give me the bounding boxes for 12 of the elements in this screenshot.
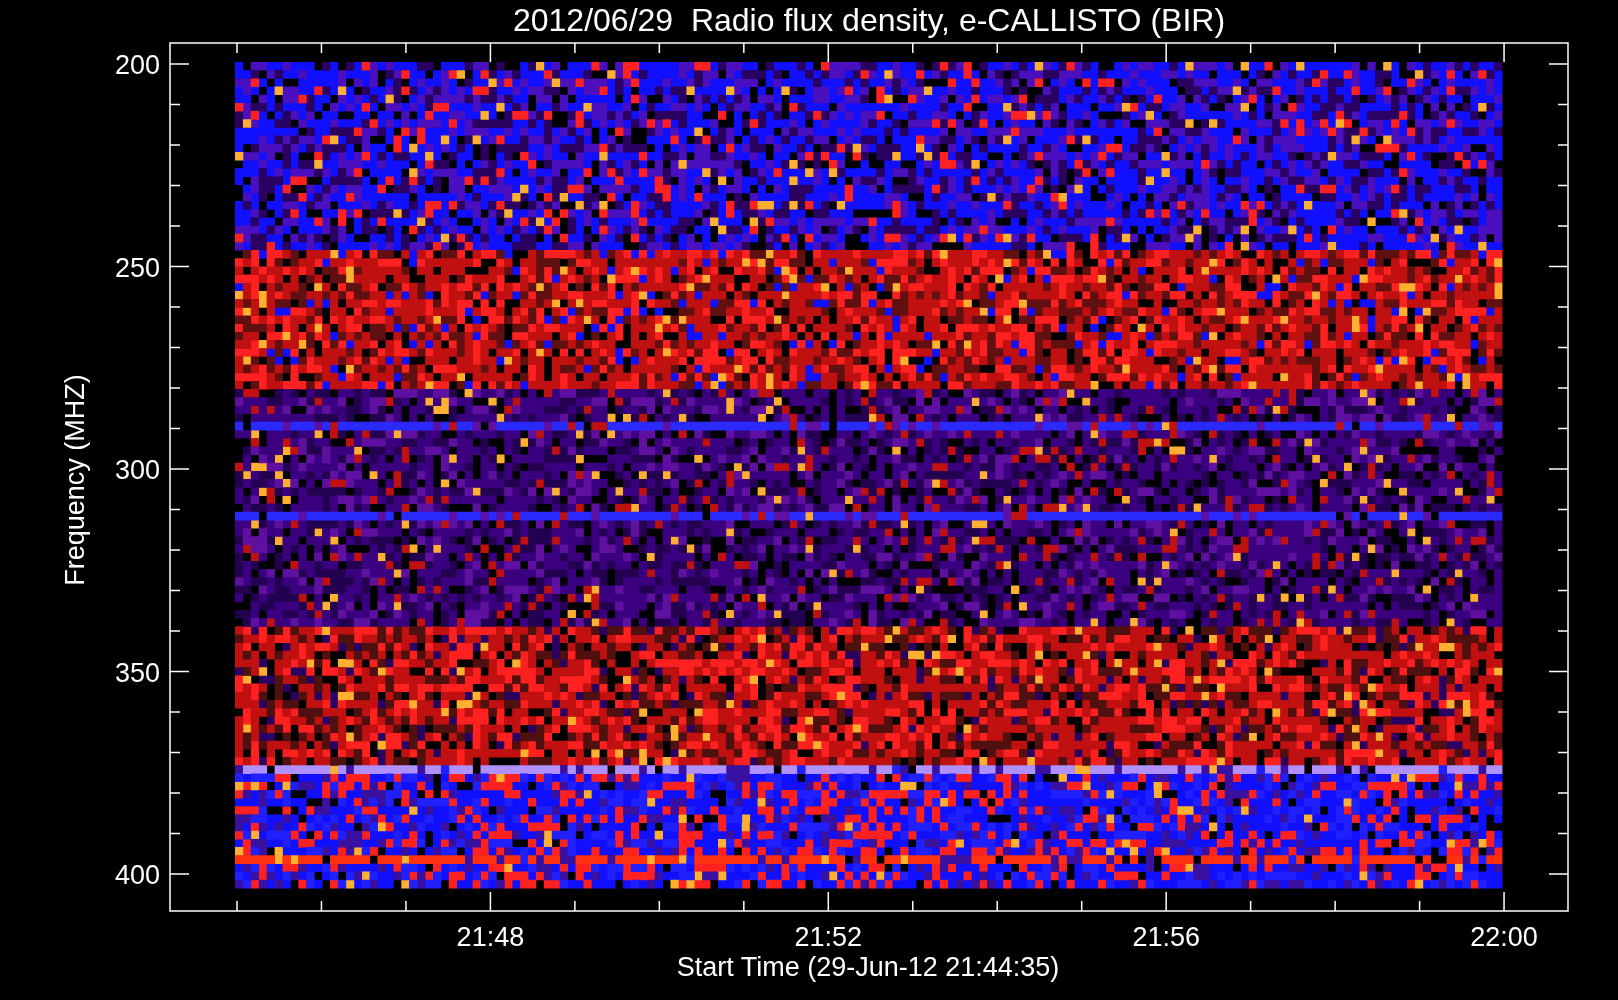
axis-tick-label: 350 xyxy=(114,657,160,688)
axis-tick-label: 400 xyxy=(114,860,160,890)
chart-title: 2012/06/29 Radio flux density, e-CALLISTO (BIR) xyxy=(512,2,1226,38)
axis-tick-label: 21:52 xyxy=(794,922,863,952)
axis-tick-label: 300 xyxy=(114,455,160,485)
axis-tick-label: 22:00 xyxy=(1470,922,1538,952)
axis-tick-label: 21:56 xyxy=(1132,922,1200,952)
axis-tick-label: 200 xyxy=(114,50,160,80)
axis-title: Frequency (MHZ) xyxy=(60,374,90,586)
axis-tick-label: 250 xyxy=(114,252,160,283)
axis-title: Start Time (29-Jun-12 21:44:35) xyxy=(676,952,1060,982)
axis-tick-label: 21:48 xyxy=(456,922,525,952)
